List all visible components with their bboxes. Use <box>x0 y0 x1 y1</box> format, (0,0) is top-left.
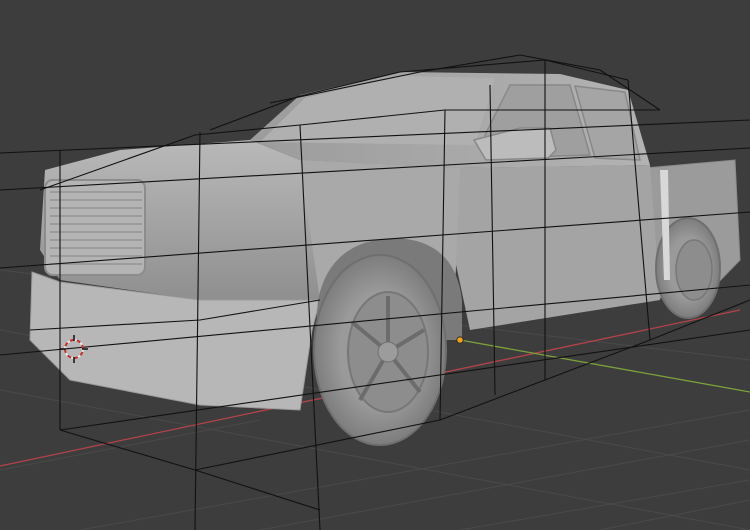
truck-rear-body <box>455 165 660 330</box>
3d-viewport[interactable] <box>0 0 750 530</box>
viewport-canvas[interactable] <box>0 0 750 530</box>
front-wheel <box>313 254 447 446</box>
truck-model[interactable] <box>29 72 741 446</box>
origin-point-icon[interactable] <box>456 336 464 344</box>
